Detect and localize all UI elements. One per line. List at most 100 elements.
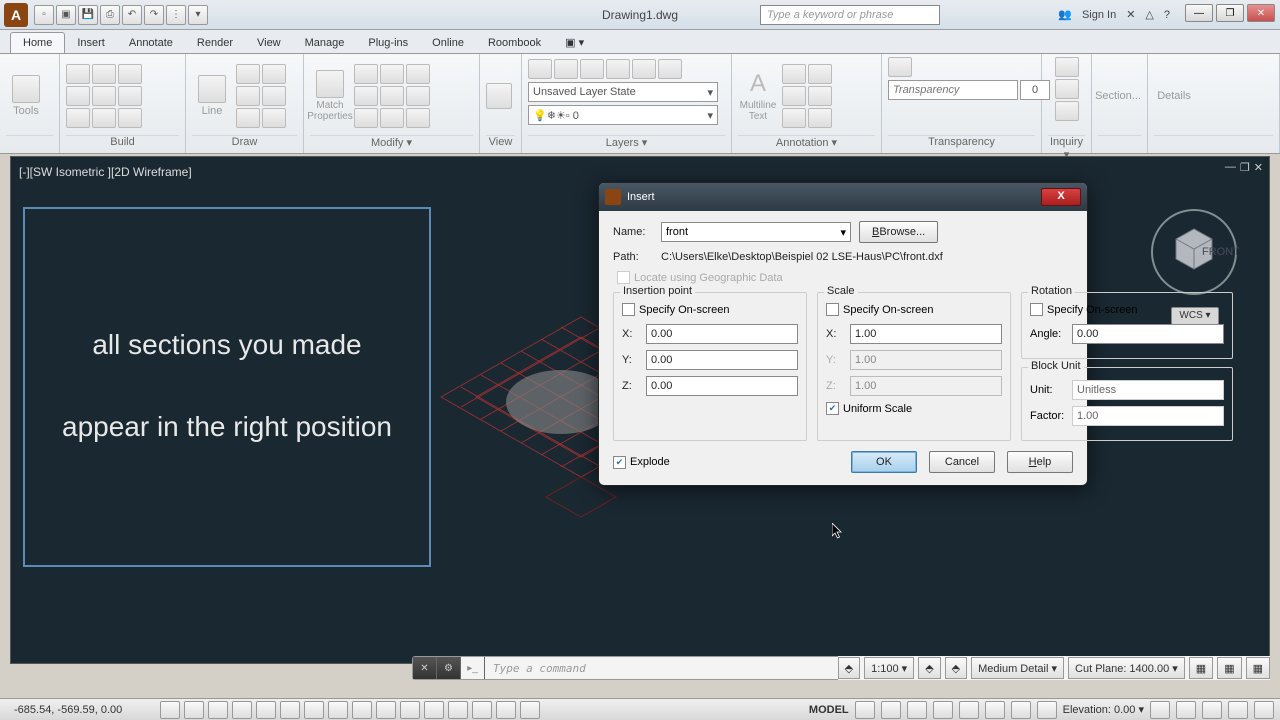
transp-tool-icon[interactable] bbox=[888, 57, 912, 77]
sb-tool-icon[interactable] bbox=[1176, 701, 1196, 719]
draw-tool-icon[interactable] bbox=[262, 64, 286, 84]
sb-layout-icon[interactable] bbox=[933, 701, 953, 719]
dialog-close-button[interactable]: X bbox=[1041, 188, 1081, 206]
draw-tool-icon[interactable] bbox=[236, 86, 260, 106]
sb-layout-icon[interactable] bbox=[1011, 701, 1031, 719]
tab-manage[interactable]: Manage bbox=[293, 33, 357, 53]
sb-lwt-icon[interactable] bbox=[376, 701, 396, 719]
anno-tool-icon[interactable] bbox=[782, 64, 806, 84]
exchange-icon[interactable]: ✕ bbox=[1126, 8, 1135, 21]
draw-tool-icon[interactable] bbox=[262, 86, 286, 106]
uniform-scale-checkbox[interactable]: ✔ bbox=[826, 402, 839, 415]
minimize-button[interactable]: — bbox=[1185, 4, 1213, 22]
anno-tool-icon[interactable] bbox=[782, 108, 806, 128]
rstat-tool-icon[interactable]: ⬘ bbox=[918, 657, 940, 679]
sb-layout-icon[interactable] bbox=[1037, 701, 1057, 719]
tab-online[interactable]: Online bbox=[420, 33, 476, 53]
tab-roombook[interactable]: Roombook bbox=[476, 33, 553, 53]
panel-transparency-label[interactable]: Transparency bbox=[888, 135, 1035, 153]
anno-tool-icon[interactable] bbox=[808, 64, 832, 84]
layer-tool-icon[interactable] bbox=[580, 59, 604, 79]
ins-specify-checkbox[interactable] bbox=[622, 303, 635, 316]
help-icon[interactable]: ? bbox=[1164, 9, 1170, 21]
ok-button[interactable]: OK bbox=[851, 451, 917, 473]
view-button[interactable] bbox=[486, 83, 512, 109]
name-combo[interactable]: front▾ bbox=[661, 222, 851, 242]
scale-annotation-icon[interactable]: ⬘ bbox=[838, 657, 860, 679]
tab-overflow-icon[interactable]: ▣ ▾ bbox=[553, 32, 596, 53]
panel-annotation-label[interactable]: Annotation ▾ bbox=[738, 135, 875, 153]
model-button[interactable]: MODEL bbox=[809, 704, 849, 716]
tab-annotate[interactable]: Annotate bbox=[117, 33, 185, 53]
sb-tpy-icon[interactable] bbox=[400, 701, 420, 719]
qat-new-icon[interactable]: ▫ bbox=[34, 5, 54, 25]
dialog-titlebar[interactable]: Insert X bbox=[599, 183, 1087, 211]
browse-button[interactable]: BBrowse... bbox=[859, 221, 938, 243]
viewcube-icon[interactable]: FRONT bbox=[1149, 207, 1239, 297]
command-input[interactable]: Type a command bbox=[485, 662, 853, 675]
panel-modify-label[interactable]: Modify ▾ bbox=[310, 135, 473, 153]
scale-combo[interactable]: 1:100 ▾ bbox=[864, 657, 914, 679]
close-button[interactable]: ✕ bbox=[1247, 4, 1275, 22]
vp-max-icon[interactable]: ❐ bbox=[1240, 161, 1250, 174]
qat-print-icon[interactable]: ⎙ bbox=[100, 5, 120, 25]
elevation-combo[interactable]: Elevation: 0.00 ▾ bbox=[1063, 703, 1144, 716]
cloud-icon[interactable]: △ bbox=[1145, 8, 1153, 21]
qat-save-icon[interactable]: 💾 bbox=[78, 5, 98, 25]
panel-layers-label[interactable]: Layers ▾ bbox=[528, 135, 725, 153]
panel-draw-label[interactable]: Draw bbox=[192, 135, 297, 153]
sb-polar-icon[interactable] bbox=[232, 701, 252, 719]
cmd-close-icon[interactable]: ✕ bbox=[413, 657, 437, 679]
tools-button[interactable]: Tools bbox=[6, 66, 46, 126]
qat-redo-icon[interactable]: ↷ bbox=[144, 5, 164, 25]
sb-tool-icon[interactable] bbox=[1254, 701, 1274, 719]
anno-tool-icon[interactable] bbox=[782, 86, 806, 106]
detail-combo[interactable]: Medium Detail ▾ bbox=[971, 657, 1064, 679]
ins-x-input[interactable] bbox=[646, 324, 798, 344]
ins-z-input[interactable] bbox=[646, 376, 798, 396]
sb-snap-icon[interactable] bbox=[160, 701, 180, 719]
rstat-tool-icon[interactable]: ▦ bbox=[1217, 657, 1241, 679]
tab-plugins[interactable]: Plug-ins bbox=[356, 33, 420, 53]
app-logo-icon[interactable]: A bbox=[4, 3, 28, 27]
sb-sc-icon[interactable] bbox=[448, 701, 468, 719]
qat-undo-icon[interactable]: ↶ bbox=[122, 5, 142, 25]
panel-inquiry-label[interactable]: Inquiry ▾ bbox=[1048, 135, 1085, 153]
qat-open-icon[interactable]: ▣ bbox=[56, 5, 76, 25]
layer-tool-icon[interactable] bbox=[554, 59, 578, 79]
rot-specify-checkbox[interactable] bbox=[1030, 303, 1043, 316]
tab-home[interactable]: Home bbox=[10, 32, 65, 53]
inquiry-tool-icon[interactable] bbox=[1055, 57, 1079, 77]
panel-view-label[interactable]: View bbox=[486, 135, 515, 153]
section-button[interactable]: Section... bbox=[1098, 66, 1138, 126]
sb-tool-icon[interactable] bbox=[1202, 701, 1222, 719]
cmd-tool-icon[interactable]: ⚙ bbox=[437, 657, 461, 679]
sb-layout-icon[interactable] bbox=[907, 701, 927, 719]
details-button[interactable]: Details bbox=[1154, 66, 1194, 126]
scale-x-input[interactable] bbox=[850, 324, 1002, 344]
sb-tool-icon[interactable] bbox=[1228, 701, 1248, 719]
scale-specify-checkbox[interactable] bbox=[826, 303, 839, 316]
coords-readout[interactable]: -685.54, -569.59, 0.00 bbox=[6, 704, 156, 716]
cutplane-combo[interactable]: Cut Plane: 1400.00 ▾ bbox=[1068, 657, 1185, 679]
sb-osnap-icon[interactable] bbox=[256, 701, 276, 719]
search-input[interactable]: Type a keyword or phrase bbox=[760, 5, 940, 25]
rstat-tool-icon[interactable]: ▦ bbox=[1246, 657, 1270, 679]
cancel-button[interactable]: Cancel bbox=[929, 451, 995, 473]
tab-view[interactable]: View bbox=[245, 33, 293, 53]
rstat-tool-icon[interactable]: ▦ bbox=[1189, 657, 1213, 679]
sb-tool-icon[interactable] bbox=[520, 701, 540, 719]
layer-state-combo[interactable]: Unsaved Layer State▾ bbox=[528, 82, 718, 102]
angle-input[interactable] bbox=[1072, 324, 1224, 344]
modify-grid[interactable] bbox=[354, 64, 430, 128]
build-grid[interactable] bbox=[66, 64, 142, 128]
help-button[interactable]: Help bbox=[1007, 451, 1073, 473]
anno-tool-icon[interactable] bbox=[808, 86, 832, 106]
sb-otrack-icon[interactable] bbox=[304, 701, 324, 719]
sb-layout-icon[interactable] bbox=[959, 701, 979, 719]
inquiry-tool-icon[interactable] bbox=[1055, 101, 1079, 121]
layer-tool-icon[interactable] bbox=[632, 59, 656, 79]
draw-tool-icon[interactable] bbox=[262, 108, 286, 128]
layer-tool-icon[interactable] bbox=[606, 59, 630, 79]
sb-3dosnap-icon[interactable] bbox=[280, 701, 300, 719]
